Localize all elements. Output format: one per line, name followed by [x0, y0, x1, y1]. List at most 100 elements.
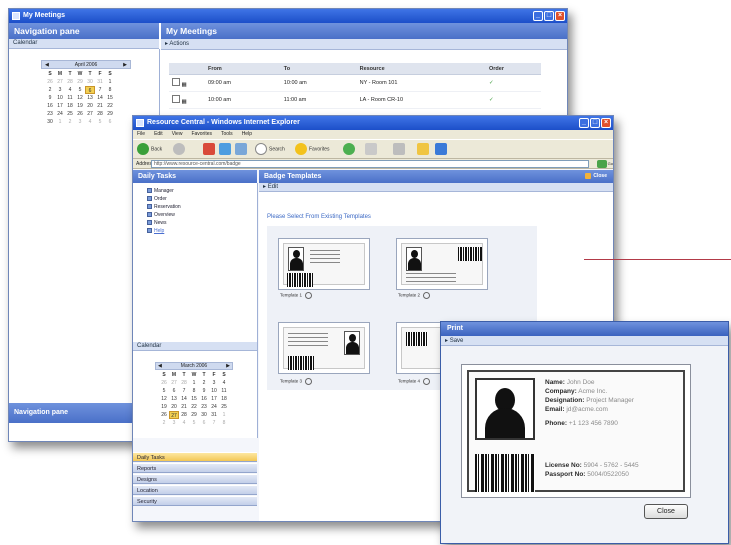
calendar-day[interactable]: 10	[55, 94, 65, 102]
table-row[interactable]: ▦ 09:00 am 10:00 am NY - Room 101 ✓	[169, 74, 541, 92]
stop-button[interactable]	[203, 143, 217, 155]
template-card-2[interactable]	[396, 238, 488, 290]
calendar-day[interactable]: 1	[105, 78, 115, 86]
calendar-day[interactable]: 29	[105, 110, 115, 118]
menu-file[interactable]: File	[137, 130, 145, 139]
template-radio[interactable]	[305, 378, 313, 385]
accordion-designs[interactable]: Designs	[133, 474, 257, 484]
template-label-2[interactable]: Template 2	[398, 292, 431, 299]
calendar-day[interactable]: 8	[219, 419, 229, 427]
search-button[interactable]: Search	[255, 143, 285, 155]
calendar-day[interactable]: 2	[65, 118, 75, 126]
calendar-day[interactable]: 1	[55, 118, 65, 126]
calendar-day[interactable]: 4	[85, 118, 95, 126]
template-label-4[interactable]: Template 4	[398, 378, 431, 385]
tree-item-news[interactable]: News	[147, 220, 167, 227]
calendar-day[interactable]: 27	[169, 379, 179, 387]
calendar-day[interactable]: 5	[75, 86, 85, 94]
next-month-icon[interactable]: ▶	[123, 61, 127, 69]
template-card-1[interactable]	[278, 238, 370, 290]
calendar-day[interactable]: 28	[179, 411, 189, 419]
calendar-day[interactable]: 11	[65, 94, 75, 102]
calendar-day[interactable]: 26	[159, 379, 169, 387]
template-card-3[interactable]	[278, 322, 370, 374]
calendar-day[interactable]: 31	[95, 78, 105, 86]
accordion-reports[interactable]: Reports	[133, 463, 257, 473]
accordion-security[interactable]: Security	[133, 496, 257, 506]
template-label-3[interactable]: Template 3	[280, 378, 313, 385]
calendar-day[interactable]: 21	[179, 403, 189, 411]
prev-month-icon[interactable]: ◀	[158, 363, 162, 369]
template-label-1[interactable]: Template 1	[280, 292, 313, 299]
maximize-icon[interactable]: □	[544, 11, 554, 21]
calendar-day[interactable]: 13	[85, 94, 95, 102]
calendar-day[interactable]: 29	[189, 411, 199, 419]
history-button[interactable]	[343, 143, 357, 155]
calendar-day[interactable]: 19	[75, 102, 85, 110]
calendar-day[interactable]: 1	[189, 379, 199, 387]
calendar-day[interactable]: 23	[199, 403, 209, 411]
calendar-day[interactable]: 23	[45, 110, 55, 118]
template-radio[interactable]	[305, 292, 313, 299]
calendar-day[interactable]: 17	[209, 395, 219, 403]
calendar-day[interactable]: 8	[189, 387, 199, 395]
menu-help[interactable]: Help	[242, 130, 252, 139]
calendar-day[interactable]: 3	[55, 86, 65, 94]
calendar-day[interactable]: 16	[199, 395, 209, 403]
prev-month-icon[interactable]: ◀	[45, 61, 49, 69]
go-button[interactable]	[597, 160, 607, 168]
calendar-day[interactable]: 31	[209, 411, 219, 419]
calendar-day[interactable]: 18	[219, 395, 229, 403]
messenger-button[interactable]	[435, 143, 449, 155]
calendar-day[interactable]: 3	[75, 118, 85, 126]
address-input[interactable]: http://www.resource-central.com/badge	[151, 160, 589, 168]
calendar-day[interactable]: 9	[199, 387, 209, 395]
calendar-day[interactable]: 16	[45, 102, 55, 110]
close-link[interactable]: Close	[585, 170, 607, 183]
calendar-day[interactable]: 5	[159, 387, 169, 395]
close-button[interactable]: Close	[644, 504, 688, 519]
tree-item-reservation[interactable]: Reservation	[147, 204, 181, 211]
row-checkbox[interactable]: ▦	[169, 91, 205, 109]
actions-toolbar[interactable]: ▸ Actions	[161, 39, 567, 50]
calendar-day[interactable]: 29	[75, 78, 85, 86]
tree-item-help[interactable]: Help	[147, 228, 164, 235]
calendar-day[interactable]: 18	[65, 102, 75, 110]
calendar-day[interactable]: 4	[219, 379, 229, 387]
row-checkbox[interactable]: ▦	[169, 74, 205, 92]
calendar-day[interactable]: 3	[169, 419, 179, 427]
calendar-day[interactable]: 12	[75, 94, 85, 102]
calendar-day[interactable]: 14	[95, 94, 105, 102]
calendar-day[interactable]: 1	[219, 411, 229, 419]
next-month-icon[interactable]: ▶	[226, 363, 230, 369]
calendar-day[interactable]: 27	[55, 78, 65, 86]
save-toolbar[interactable]: ▸ Save	[441, 336, 728, 346]
calendar-day[interactable]: 25	[219, 403, 229, 411]
calendar-day[interactable]: 27	[85, 110, 95, 118]
calendar-day[interactable]: 26	[159, 411, 169, 419]
calendar-day[interactable]: 20	[169, 403, 179, 411]
calendar-day[interactable]: 15	[189, 395, 199, 403]
calendar-day[interactable]: 30	[199, 411, 209, 419]
minimize-icon[interactable]: _	[533, 11, 543, 21]
calendar-day[interactable]: 2	[159, 419, 169, 427]
menu-view[interactable]: View	[172, 130, 183, 139]
calendar-day[interactable]: 4	[65, 86, 75, 94]
template-radio[interactable]	[423, 378, 431, 385]
menu-tools[interactable]: Tools	[221, 130, 233, 139]
calendar-day[interactable]: 3	[209, 379, 219, 387]
home-button[interactable]	[235, 143, 249, 155]
calendar-day[interactable]: 5	[95, 118, 105, 126]
accordion-daily-tasks[interactable]: Daily Tasks	[133, 452, 257, 462]
table-row[interactable]: ▦ 10:00 am 11:00 am LA - Room CR-10 ✓	[169, 91, 541, 109]
menu-edit[interactable]: Edit	[154, 130, 163, 139]
calendar-day[interactable]: 7	[209, 419, 219, 427]
calendar-day[interactable]: 6	[105, 118, 115, 126]
calendar-day[interactable]: 22	[189, 403, 199, 411]
minimize-icon[interactable]: _	[579, 118, 589, 128]
tree-item-overview[interactable]: Overview	[147, 212, 175, 219]
calendar-day[interactable]: 7	[179, 387, 189, 395]
calendar-day[interactable]: 17	[55, 102, 65, 110]
close-icon[interactable]: ×	[555, 11, 565, 21]
print-button[interactable]	[393, 143, 407, 155]
